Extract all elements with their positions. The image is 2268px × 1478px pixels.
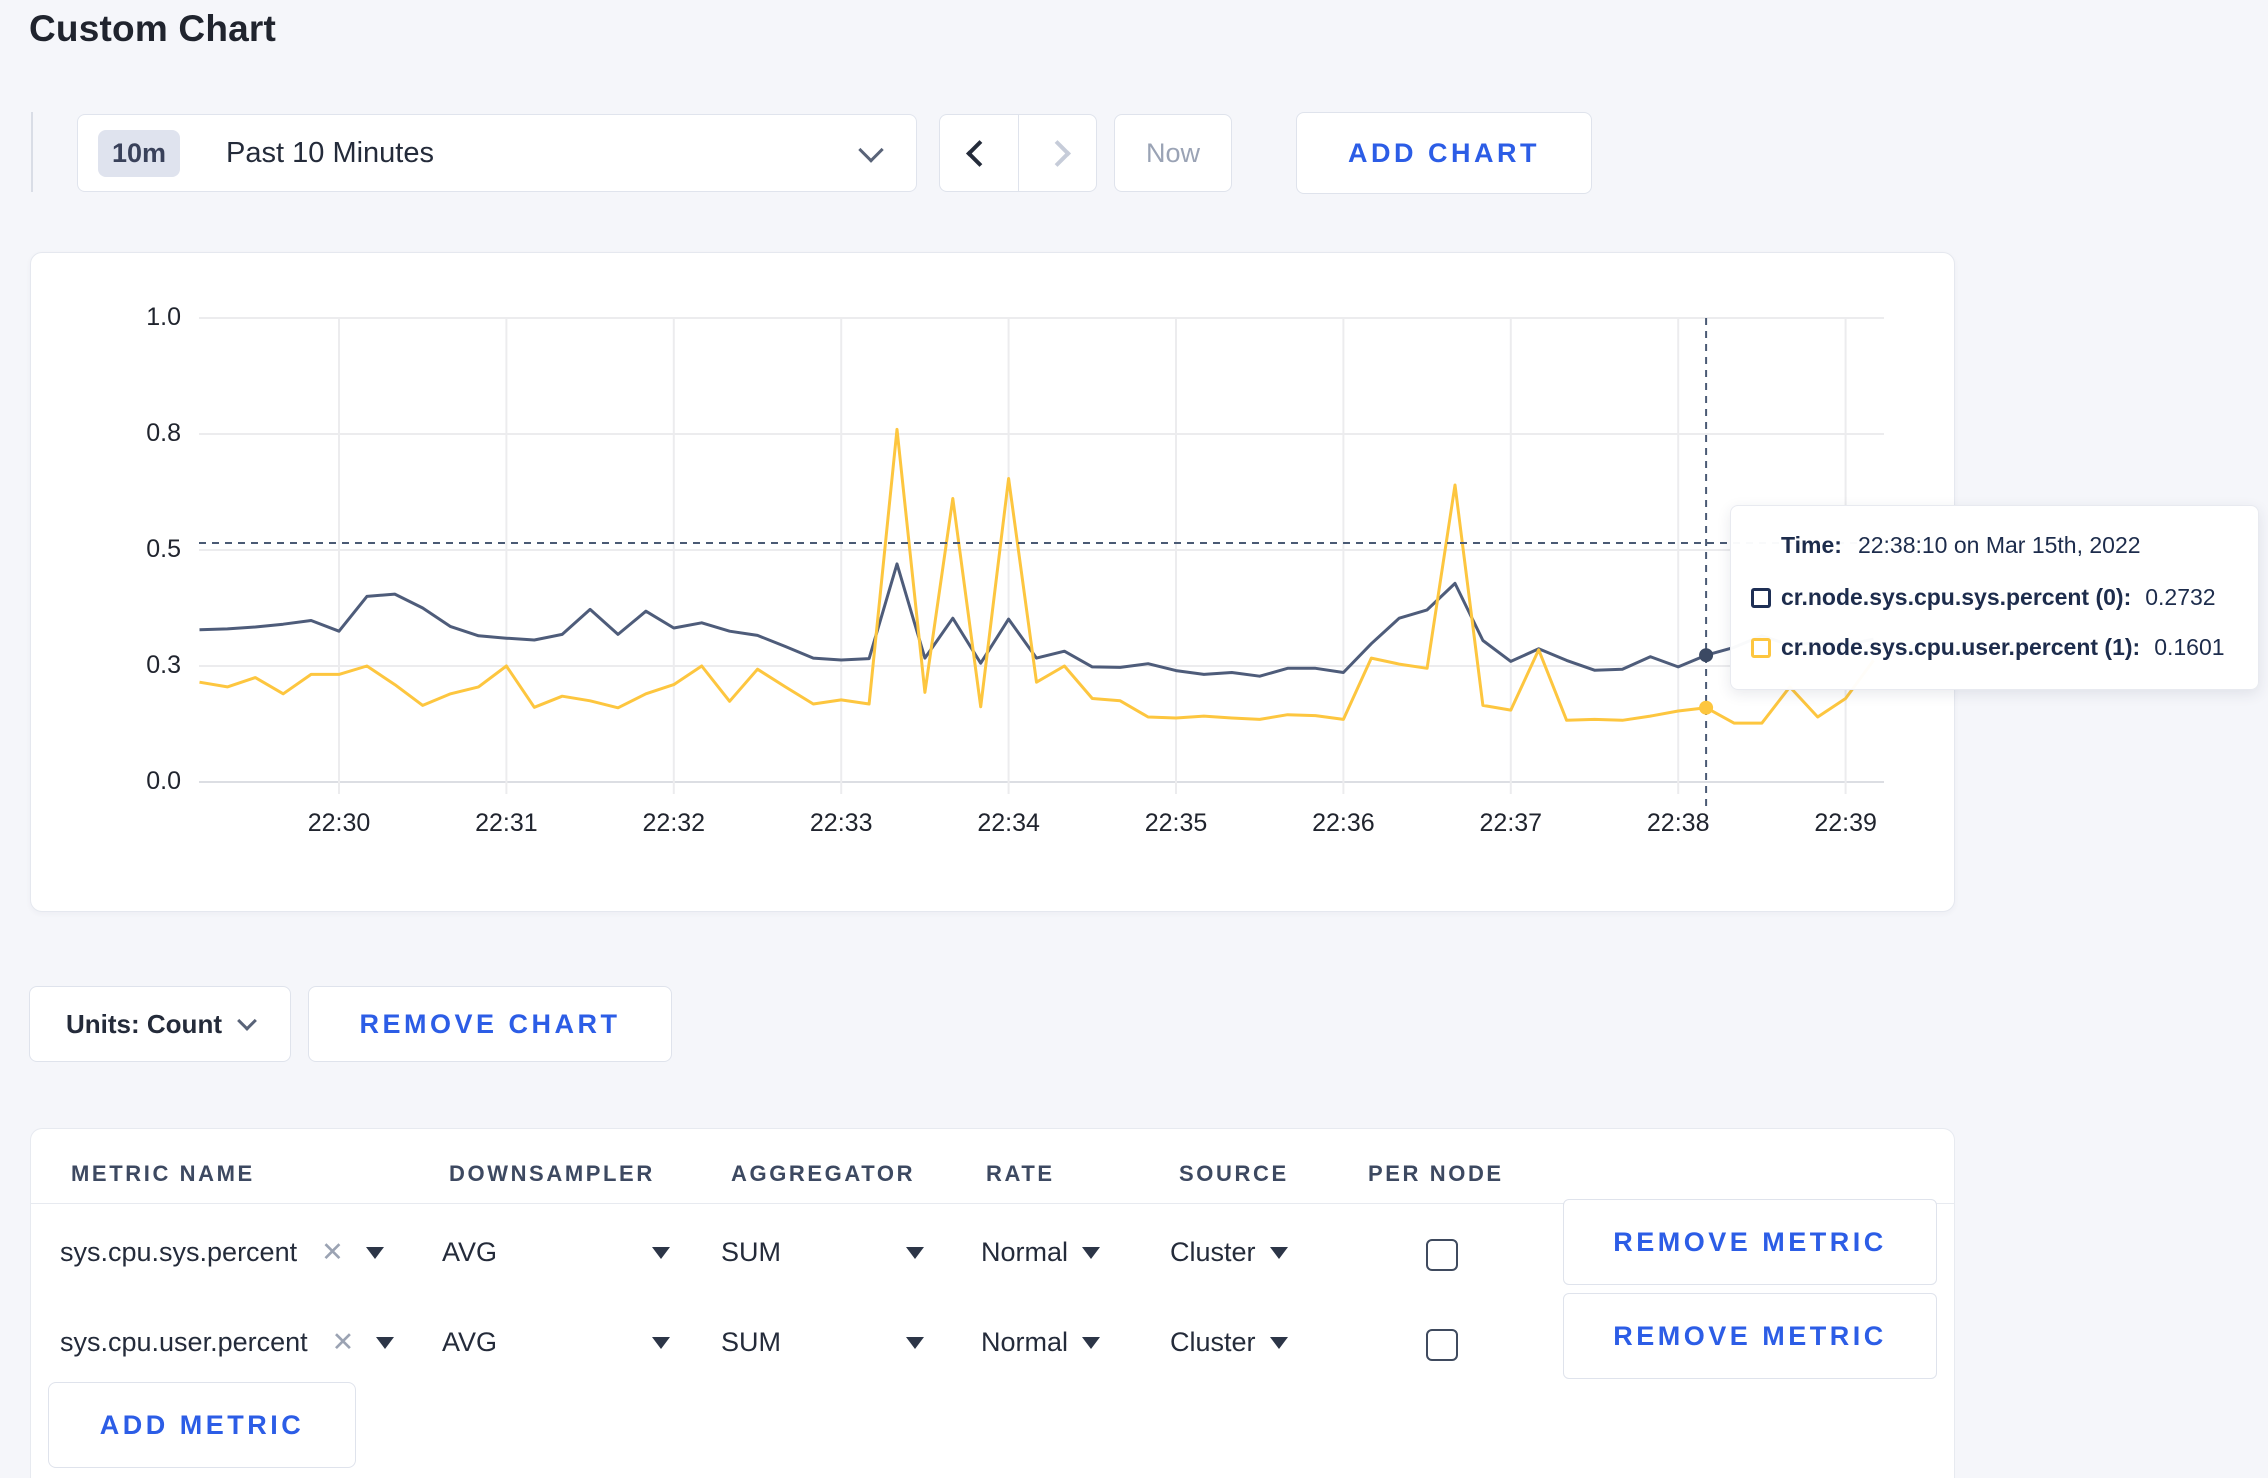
tooltip-sys-value: 0.2732 bbox=[2145, 584, 2216, 610]
custom-chart-page: Custom Chart 10m Past 10 Minutes Now ADD… bbox=[0, 0, 2268, 1478]
tooltip-time-value: 22:38:10 on Mar 15th, 2022 bbox=[1857, 532, 2141, 558]
clear-metric-icon[interactable]: ✕ bbox=[332, 1327, 355, 1358]
now-button[interactable]: Now bbox=[1114, 114, 1232, 192]
x-axis-tick-label: 22:36 bbox=[1312, 809, 1375, 837]
rate-select[interactable]: Normal bbox=[981, 1327, 1101, 1358]
per-node-checkbox[interactable] bbox=[1426, 1239, 1458, 1271]
x-axis-tick-label: 22:37 bbox=[1479, 809, 1543, 837]
caret-down-icon bbox=[376, 1336, 395, 1349]
chevron-left-icon bbox=[965, 139, 993, 167]
series-user-legend-icon bbox=[1751, 637, 1771, 658]
metric-name-dropdown[interactable]: sys.cpu.user.percent ✕ bbox=[60, 1327, 395, 1358]
time-range-dropdown[interactable]: 10m Past 10 Minutes bbox=[77, 114, 917, 192]
aggregator-value: SUM bbox=[721, 1237, 781, 1267]
page-title: Custom Chart bbox=[29, 8, 277, 49]
col-header-source: SOURCE bbox=[1179, 1161, 1289, 1186]
series-line-user bbox=[199, 427, 1875, 725]
y-axis-tick-label: 1.0 bbox=[146, 303, 181, 331]
series-sys-legend-icon bbox=[1751, 587, 1771, 608]
tooltip-sys-name: cr.node.sys.cpu.sys.percent (0): bbox=[1781, 584, 2132, 610]
crosshair-point bbox=[1699, 700, 1714, 715]
now-button-label: Now bbox=[1145, 137, 1200, 168]
per-node-checkbox[interactable] bbox=[1426, 1329, 1458, 1361]
units-label: Units: Count bbox=[66, 1008, 222, 1039]
tooltip-user-name: cr.node.sys.cpu.user.percent (1): bbox=[1781, 634, 2141, 660]
time-range-badge: 10m bbox=[98, 129, 181, 177]
source-value: Cluster bbox=[1170, 1327, 1256, 1357]
rate-select[interactable]: Normal bbox=[981, 1237, 1101, 1268]
clear-metric-icon[interactable]: ✕ bbox=[321, 1237, 344, 1268]
x-axis-tick-label: 22:33 bbox=[809, 809, 873, 837]
y-axis-tick-label: 0.0 bbox=[146, 767, 181, 795]
tooltip-time-label: Time: bbox=[1781, 532, 1842, 558]
units-dropdown[interactable]: Units: Count bbox=[29, 986, 291, 1062]
metric-name-dropdown[interactable]: sys.cpu.sys.percent ✕ bbox=[60, 1237, 384, 1268]
caret-down-icon bbox=[906, 1336, 924, 1349]
caret-down-icon bbox=[906, 1246, 924, 1259]
x-axis-tick-label: 22:31 bbox=[475, 809, 538, 837]
caret-down-icon bbox=[652, 1336, 670, 1349]
aggregator-select[interactable]: SUM bbox=[721, 1327, 924, 1358]
col-header-rate: RATE bbox=[986, 1161, 1055, 1186]
caret-down-icon bbox=[652, 1246, 670, 1259]
downsampler-value: AVG bbox=[442, 1237, 498, 1267]
downsampler-value: AVG bbox=[442, 1327, 498, 1357]
source-value: Cluster bbox=[1170, 1237, 1256, 1267]
x-axis-tick-label: 22:30 bbox=[307, 809, 371, 837]
remove-metric-label: REMOVE METRIC bbox=[1613, 1226, 1887, 1257]
chevron-down-icon bbox=[858, 137, 884, 163]
caret-down-icon bbox=[1082, 1336, 1101, 1349]
time-forward-button[interactable] bbox=[1018, 114, 1097, 192]
x-axis-tick-label: 22:38 bbox=[1646, 809, 1710, 837]
caret-down-icon bbox=[1269, 1246, 1288, 1259]
remove-metric-label: REMOVE METRIC bbox=[1613, 1320, 1887, 1351]
y-axis-tick-label: 0.5 bbox=[146, 535, 181, 563]
source-select[interactable]: Cluster bbox=[1170, 1327, 1288, 1358]
chart-card: 22:30 22:31 22:32 22:33 22:34 22:35 22:36 22:37… bbox=[30, 252, 1955, 912]
aggregator-value: SUM bbox=[721, 1327, 781, 1357]
time-range-label: Past 10 Minutes bbox=[226, 136, 434, 169]
chart-tooltip: Time: 22:38:10 on Mar 15th, 2022 cr.node… bbox=[1730, 505, 2259, 690]
time-back-button[interactable] bbox=[939, 114, 1018, 192]
metric-name-value: sys.cpu.user.percent bbox=[60, 1327, 308, 1357]
caret-down-icon bbox=[1269, 1336, 1288, 1349]
add-metric-label: ADD METRIC bbox=[99, 1409, 305, 1440]
source-select[interactable]: Cluster bbox=[1170, 1237, 1288, 1268]
rate-value: Normal bbox=[981, 1237, 1069, 1267]
x-axis-tick-label: 22:34 bbox=[977, 809, 1040, 837]
col-header-downsampler: DOWNSAMPLER bbox=[449, 1161, 655, 1186]
add-metric-button[interactable]: ADD METRIC bbox=[48, 1382, 356, 1468]
aggregator-select[interactable]: SUM bbox=[721, 1237, 924, 1268]
rate-value: Normal bbox=[981, 1327, 1069, 1357]
toolbar-divider bbox=[31, 112, 33, 192]
downsampler-select[interactable]: AVG bbox=[442, 1327, 670, 1358]
chevron-down-icon bbox=[237, 1011, 257, 1031]
chevron-right-icon bbox=[1044, 139, 1071, 167]
downsampler-select[interactable]: AVG bbox=[442, 1237, 670, 1268]
remove-chart-label: REMOVE CHART bbox=[359, 1008, 621, 1039]
tooltip-user-value: 0.1601 bbox=[2154, 634, 2225, 660]
y-axis-tick-label: 0.3 bbox=[146, 651, 181, 679]
metric-name-value: sys.cpu.sys.percent bbox=[60, 1237, 298, 1267]
col-header-per-node: PER NODE bbox=[1368, 1161, 1504, 1186]
x-axis-tick-label: 22:32 bbox=[642, 809, 706, 837]
remove-metric-button[interactable]: REMOVE METRIC bbox=[1563, 1199, 1937, 1285]
add-chart-label: ADD CHART bbox=[1348, 137, 1540, 168]
time-nav-group bbox=[939, 114, 1097, 192]
y-axis-tick-label: 0.8 bbox=[146, 419, 181, 447]
x-axis-tick-label: 22:35 bbox=[1144, 809, 1208, 837]
col-header-aggregator: AGGREGATOR bbox=[731, 1161, 916, 1186]
col-header-metric-name: METRIC NAME bbox=[71, 1161, 255, 1186]
remove-metric-button[interactable]: REMOVE METRIC bbox=[1563, 1293, 1937, 1379]
x-axis-tick-label: 22:39 bbox=[1814, 809, 1877, 837]
add-chart-button[interactable]: ADD CHART bbox=[1296, 112, 1592, 194]
caret-down-icon bbox=[1082, 1246, 1101, 1259]
crosshair-point bbox=[1699, 648, 1714, 663]
series-line-sys bbox=[199, 562, 1874, 678]
caret-down-icon bbox=[365, 1246, 384, 1259]
remove-chart-button[interactable]: REMOVE CHART bbox=[308, 986, 672, 1062]
